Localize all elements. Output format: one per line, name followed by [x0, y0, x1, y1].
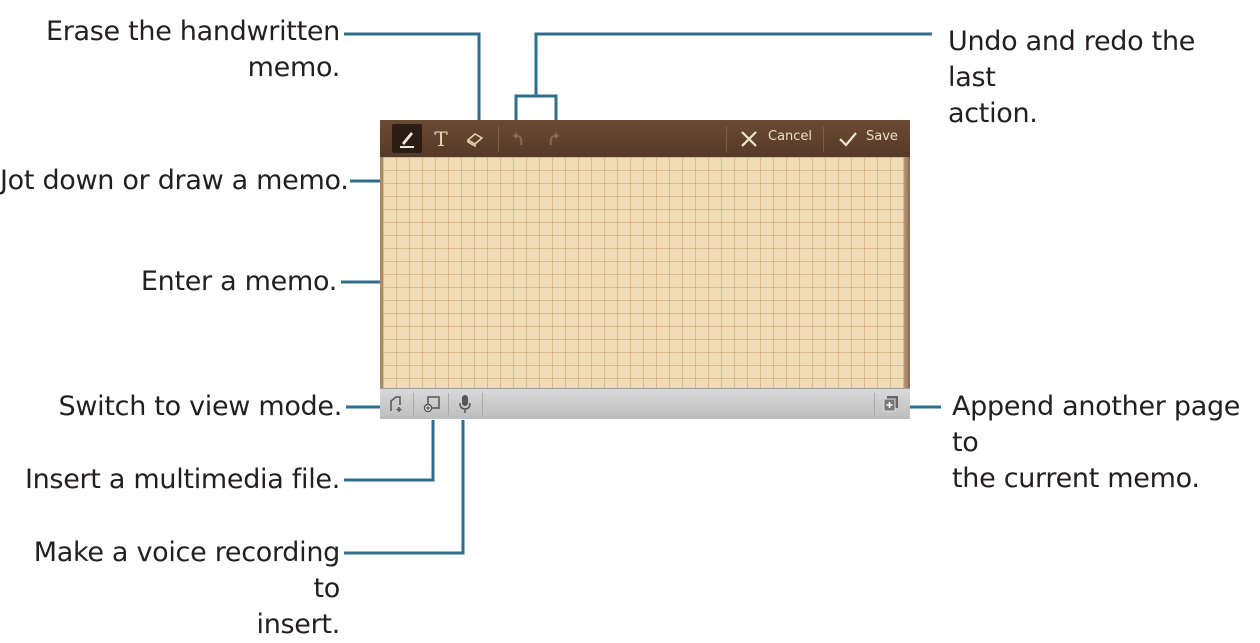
cancel-button[interactable]: Cancel [736, 124, 816, 153]
save-label: Save [866, 129, 898, 144]
redo-button[interactable] [538, 124, 568, 153]
view-mode-icon [390, 396, 402, 412]
add-page-icon [883, 396, 898, 412]
voice-record-button[interactable] [452, 392, 478, 416]
pen-button[interactable] [392, 124, 422, 153]
cancel-label: Cancel [768, 129, 813, 144]
redo-icon [549, 131, 559, 145]
eraser-button[interactable] [460, 124, 490, 153]
bottom-divider [482, 393, 483, 415]
callout-enter: Enter a memo. [140, 266, 337, 297]
text-tool-icon: T [434, 126, 448, 151]
insert-media-button[interactable] [419, 392, 445, 416]
add-page-button[interactable] [878, 392, 904, 416]
undo-icon [513, 131, 523, 145]
callout-multimedia: Insert a multimedia file. [24, 464, 340, 495]
memo-canvas[interactable] [380, 157, 907, 388]
toolbar-divider [823, 126, 824, 152]
callout-undo-redo: Undo and redo the last action. [948, 26, 1196, 129]
leader-voice [344, 420, 465, 555]
toolbar-divider [726, 126, 727, 152]
view-mode-button[interactable] [384, 392, 410, 416]
memo-bottom-bar [380, 388, 910, 419]
leader-multimedia [344, 420, 435, 482]
callout-view-mode: Switch to view mode. [58, 391, 343, 422]
text-tool-button[interactable]: T [426, 124, 456, 153]
microphone-icon [459, 395, 471, 413]
memo-editor-screenshot: T Cancel Save [380, 120, 910, 419]
memo-canvas-edge [904, 157, 910, 388]
checkmark-icon [839, 132, 857, 147]
callout-erase: Erase the handwritten memo. [45, 16, 340, 83]
save-button[interactable]: Save [832, 124, 908, 153]
bottom-divider [448, 393, 449, 415]
undo-button[interactable] [504, 124, 534, 153]
pen-icon [400, 131, 414, 148]
leader-undo-redo [534, 32, 932, 96]
bottom-divider [874, 393, 875, 415]
memo-toolbar: T Cancel Save [380, 120, 910, 158]
toolbar-divider [498, 126, 499, 152]
leader-erase [344, 32, 481, 128]
callout-jot: Jot down or draw a memo. [0, 165, 349, 196]
insert-media-icon [423, 396, 440, 413]
callout-append: Append another page to the current memo. [952, 391, 1241, 494]
eraser-icon [466, 132, 484, 147]
callout-voice: Make a voice recording to insert. [33, 537, 341, 640]
close-icon [741, 131, 757, 147]
bottom-divider [413, 393, 414, 415]
